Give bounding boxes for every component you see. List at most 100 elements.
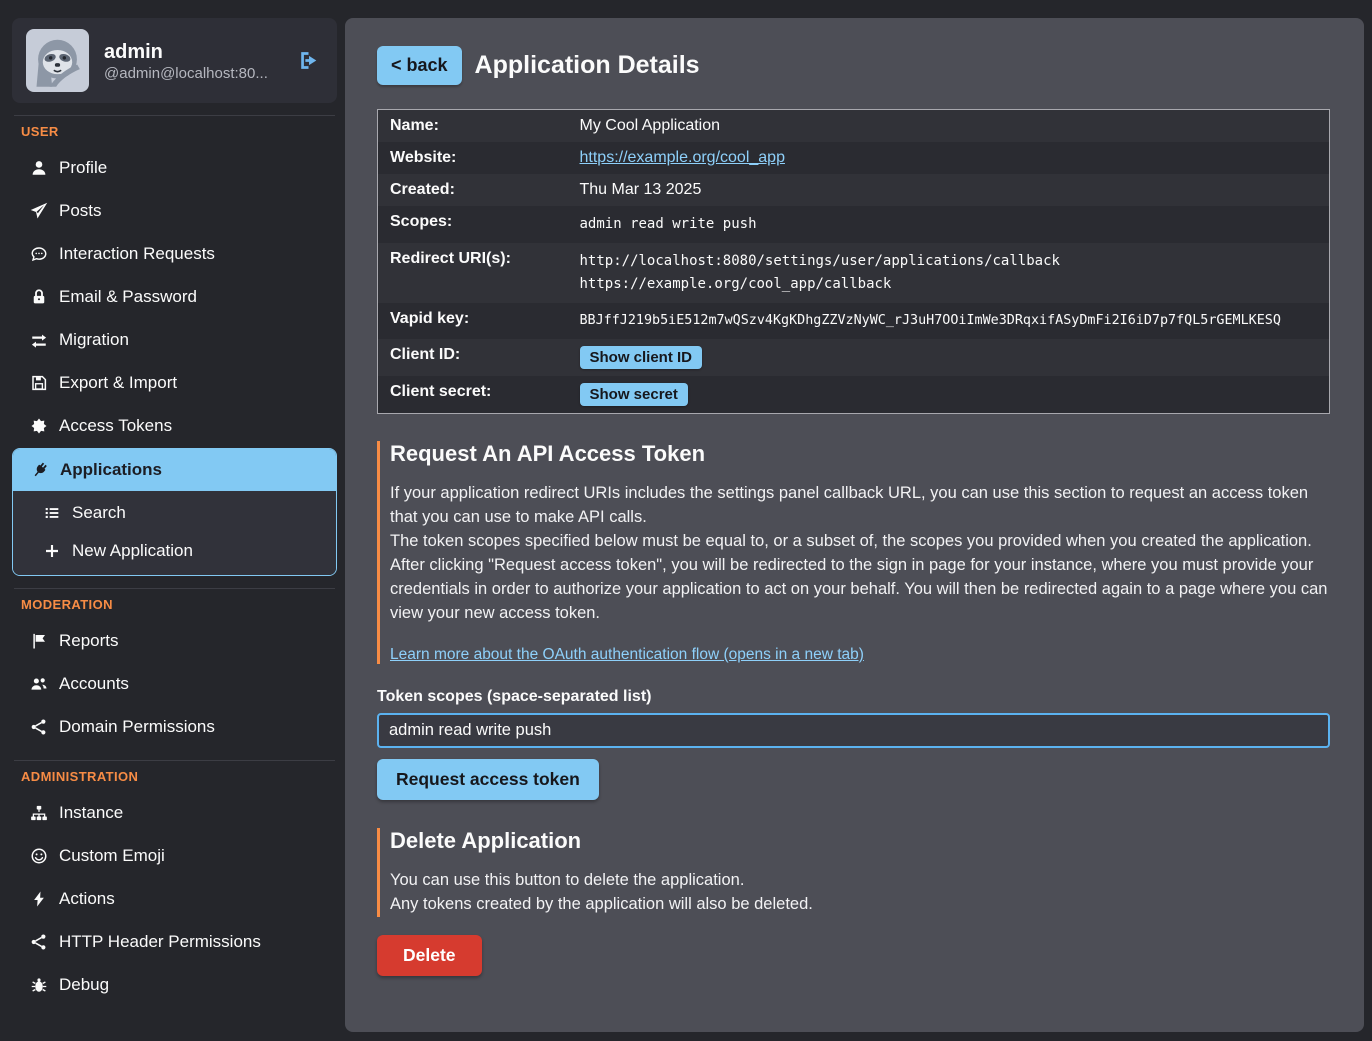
sidebar-item-label: Migration [59,330,129,350]
row-label: Name: [378,110,568,143]
sidebar-item-label: Applications [60,460,162,480]
plug-icon [29,461,50,479]
table-row-vapid-key: Vapid key: BBJffJ219b5iE512m7wQSzv4KgKDh… [378,303,1330,339]
share-nodes-icon [28,933,49,951]
floppy-icon [28,374,49,392]
user-card: admin @admin@localhost:80... [12,18,337,103]
back-button[interactable]: < back [377,46,462,85]
list-icon [41,505,62,521]
sidebar-item-new-application[interactable]: New Application [25,532,336,570]
row-value: admin read write push [568,206,1330,243]
sign-out-icon [296,48,321,73]
row-label: Vapid key: [378,303,568,339]
token-scopes-input[interactable] [377,713,1330,748]
sidebar-item-label: Debug [59,975,109,995]
section-label-user: USER [21,124,337,139]
section-label-administration: ADMINISTRATION [21,769,337,784]
sidebar-item-label: Actions [59,889,115,909]
row-label: Redirect URI(s): [378,243,568,303]
table-row-client-secret: Client secret: Show secret [378,376,1330,414]
row-value: Thu Mar 13 2025 [568,174,1330,206]
sidebar-item-email-password[interactable]: Email & Password [12,276,337,318]
sitemap-icon [28,804,49,822]
table-row-created: Created: Thu Mar 13 2025 [378,174,1330,206]
sidebar-item-actions[interactable]: Actions [12,878,337,920]
website-link[interactable]: https://example.org/cool_app [580,149,785,166]
applications-nav-group: Applications Search New Application [12,448,337,576]
row-label: Client ID: [378,339,568,376]
sidebar-divider [14,760,335,761]
delete-section-paragraph: Any tokens created by the application wi… [390,893,1330,917]
row-label: Created: [378,174,568,206]
sidebar-item-label: Profile [59,158,107,178]
share-nodes-icon [28,718,49,736]
sidebar-item-applications[interactable]: Applications [13,449,336,491]
table-row-redirect-uris: Redirect URI(s): http://localhost:8080/s… [378,243,1330,303]
row-value: My Cool Application [568,110,1330,143]
applications-subnav: Search New Application [13,491,336,575]
user-handle: @admin@localhost:80... [104,65,279,82]
request-access-token-button[interactable]: Request access token [377,759,599,800]
oauth-docs-link[interactable]: Learn more about the OAuth authenticatio… [390,646,864,664]
sidebar-item-accounts[interactable]: Accounts [12,663,337,705]
sidebar-divider [14,115,335,116]
main-panel: < back Application Details Name: My Cool… [345,18,1364,1032]
sloth-avatar-image [26,29,89,92]
show-client-id-button[interactable]: Show client ID [580,346,703,369]
token-section-paragraph: If your application redirect URIs includ… [390,482,1330,530]
sidebar-item-label: Custom Emoji [59,846,165,866]
table-row-website: Website: https://example.org/cool_app [378,142,1330,174]
token-scopes-label: Token scopes (space-separated list) [377,688,1330,706]
row-value: BBJffJ219b5iE512m7wQSzv4KgKDhgZZVzNyWC_r… [568,303,1330,339]
comment-dots-icon [28,245,49,263]
paper-plane-icon [28,202,49,220]
redirect-uri: https://example.org/cool_app/callback [580,273,1318,296]
exchange-icon [28,331,49,349]
sidebar-item-export-import[interactable]: Export & Import [12,362,337,404]
smile-icon [28,847,49,865]
logout-button[interactable] [294,46,323,75]
sidebar-item-label: Instance [59,803,123,823]
sidebar-item-custom-emoji[interactable]: Custom Emoji [12,835,337,877]
application-details-table: Name: My Cool Application Website: https… [377,109,1330,414]
sidebar-item-reports[interactable]: Reports [12,620,337,662]
user-icon [28,159,49,177]
sidebar-item-profile[interactable]: Profile [12,147,337,189]
sidebar-item-http-header-permissions[interactable]: HTTP Header Permissions [12,921,337,963]
delete-button[interactable]: Delete [377,935,482,976]
row-label: Website: [378,142,568,174]
delete-section-docs: Delete Application You can use this butt… [377,828,1330,917]
token-section-docs: Request An API Access Token If your appl… [377,441,1330,664]
sidebar-item-label: Accounts [59,674,129,694]
sidebar-item-interaction-requests[interactable]: Interaction Requests [12,233,337,275]
sidebar-item-instance[interactable]: Instance [12,792,337,834]
sidebar-item-label: HTTP Header Permissions [59,932,261,952]
sidebar-item-search[interactable]: Search [25,494,336,532]
sidebar-item-domain-permissions[interactable]: Domain Permissions [12,706,337,748]
table-row-name: Name: My Cool Application [378,110,1330,143]
delete-section-heading: Delete Application [390,828,1330,854]
row-label: Scopes: [378,206,568,243]
section-label-moderation: MODERATION [21,597,337,612]
sidebar-item-debug[interactable]: Debug [12,964,337,1006]
page-header: < back Application Details [377,46,1330,85]
bolt-icon [28,890,49,908]
show-secret-button[interactable]: Show secret [580,383,688,406]
token-section-paragraph: The token scopes specified below must be… [390,530,1330,554]
sidebar-item-label: Email & Password [59,287,197,307]
sidebar-item-posts[interactable]: Posts [12,190,337,232]
sidebar-item-label: Posts [59,201,102,221]
users-icon [28,675,49,693]
sidebar: admin @admin@localhost:80... USER Profil… [0,0,345,1007]
bug-icon [28,976,49,994]
table-row-scopes: Scopes: admin read write push [378,206,1330,243]
token-section-paragraph: After clicking "Request access token", y… [390,554,1330,626]
sidebar-item-migration[interactable]: Migration [12,319,337,361]
flag-icon [28,632,49,650]
sidebar-item-label: Export & Import [59,373,177,393]
sidebar-divider [14,588,335,589]
sidebar-item-access-tokens[interactable]: Access Tokens [12,405,337,447]
plus-icon [41,543,62,559]
table-row-client-id: Client ID: Show client ID [378,339,1330,376]
avatar [26,29,89,92]
